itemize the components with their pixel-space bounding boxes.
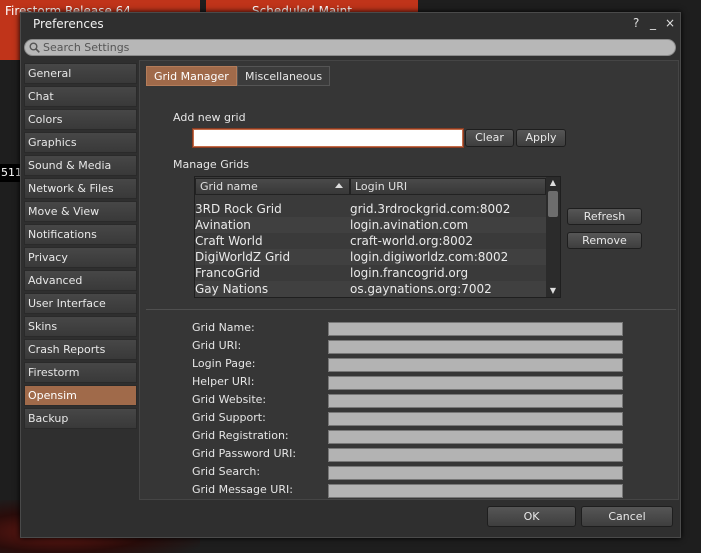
- sort-ascending-icon: [335, 183, 343, 188]
- login-uri-cell: craft-world.org:8002: [350, 234, 474, 248]
- manage-grids-label: Manage Grids: [173, 158, 250, 171]
- ok-button[interactable]: OK: [487, 506, 576, 527]
- login-page-label: Login Page:: [192, 357, 256, 370]
- search-icon: [29, 42, 40, 53]
- table-row[interactable]: DigiWorldZ Grid login.digiworldz.com:800…: [195, 249, 546, 265]
- category-graphics[interactable]: Graphics: [24, 132, 137, 153]
- column-header-login-uri[interactable]: Login URI: [350, 178, 546, 195]
- grid-uri-label: Grid URI:: [192, 339, 242, 352]
- scroll-down-icon[interactable]: ▼: [546, 285, 560, 297]
- grid-password-uri-field: [328, 448, 623, 462]
- login-uri-cell: grid.3rdrockgrid.com:8002: [350, 202, 511, 216]
- login-uri-cell: login.digiworldz.com:8002: [350, 250, 509, 264]
- window-title: Preferences: [33, 17, 104, 31]
- grid-name-cell: 3RD Rock Grid: [195, 202, 282, 216]
- table-row[interactable]: FrancoGrid login.francogrid.org: [195, 265, 546, 281]
- add-new-grid-label: Add new grid: [173, 111, 246, 124]
- grid-name-cell: Craft World: [195, 234, 263, 248]
- login-uri-cell: login.avination.com: [350, 218, 469, 232]
- grid-name-field: [328, 322, 623, 336]
- grid-registration-label: Grid Registration:: [192, 429, 289, 442]
- category-backup[interactable]: Backup: [24, 408, 137, 429]
- grid-password-uri-label: Grid Password URI:: [192, 447, 297, 460]
- category-privacy[interactable]: Privacy: [24, 247, 137, 268]
- search-bar[interactable]: [24, 39, 676, 56]
- helper-uri-label: Helper URI:: [192, 375, 255, 388]
- grid-list-scrollbar[interactable]: ▲ ▼: [546, 177, 560, 297]
- category-opensim[interactable]: Opensim: [24, 385, 137, 406]
- category-general[interactable]: General: [24, 63, 137, 84]
- table-row[interactable]: Avination login.avination.com: [195, 217, 546, 233]
- minimize-button[interactable]: _: [650, 16, 656, 30]
- grid-name-cell: Avination: [195, 218, 251, 232]
- cancel-button[interactable]: Cancel: [581, 506, 673, 527]
- grid-registration-field: [328, 430, 623, 444]
- login-page-field: [328, 358, 623, 372]
- grid-list[interactable]: Grid name Login URI 3RD Rock Grid grid.3…: [194, 176, 561, 298]
- category-network-files[interactable]: Network & Files: [24, 178, 137, 199]
- grid-name-cell: DigiWorldZ Grid: [195, 250, 291, 264]
- apply-button[interactable]: Apply: [516, 129, 566, 147]
- category-move-view[interactable]: Move & View: [24, 201, 137, 222]
- grid-name-label: Grid Name:: [192, 321, 255, 334]
- grid-support-field: [328, 412, 623, 426]
- remove-button[interactable]: Remove: [567, 232, 642, 249]
- table-row[interactable]: Gay Nations os.gaynations.org:7002: [195, 281, 546, 297]
- grid-name-cell: FrancoGrid: [195, 266, 261, 280]
- login-uri-cell: login.francogrid.org: [350, 266, 469, 280]
- scroll-up-icon[interactable]: ▲: [546, 177, 560, 189]
- divider: [146, 309, 676, 310]
- category-colors[interactable]: Colors: [24, 109, 137, 130]
- close-button[interactable]: ×: [665, 16, 675, 30]
- column-header-grid-name[interactable]: Grid name: [195, 178, 350, 195]
- tab-grid-manager[interactable]: Grid Manager: [146, 66, 237, 86]
- grid-website-field: [328, 394, 623, 408]
- scroll-thumb[interactable]: [548, 191, 558, 217]
- help-button[interactable]: ?: [633, 16, 639, 30]
- grid-support-label: Grid Support:: [192, 411, 266, 424]
- refresh-button[interactable]: Refresh: [567, 208, 642, 225]
- grid-list-header: Grid name Login URI: [195, 177, 546, 195]
- opensim-panel: Grid Manager Miscellaneous Add new grid …: [139, 60, 679, 500]
- grid-search-label: Grid Search:: [192, 465, 261, 478]
- preferences-window: Preferences ? _ × General Chat Colors Gr…: [20, 12, 681, 538]
- category-notifications[interactable]: Notifications: [24, 224, 137, 245]
- category-sound-media[interactable]: Sound & Media: [24, 155, 137, 176]
- background-side-number: 511: [0, 164, 22, 182]
- category-advanced[interactable]: Advanced: [24, 270, 137, 291]
- category-user-interface[interactable]: User Interface: [24, 293, 137, 314]
- category-list: General Chat Colors Graphics Sound & Med…: [24, 63, 137, 431]
- category-firestorm[interactable]: Firestorm: [24, 362, 137, 383]
- category-crash-reports[interactable]: Crash Reports: [24, 339, 137, 360]
- login-uri-cell: os.gaynations.org:7002: [350, 282, 492, 296]
- category-chat[interactable]: Chat: [24, 86, 137, 107]
- grid-uri-field: [328, 340, 623, 354]
- helper-uri-field: [328, 376, 623, 390]
- table-row[interactable]: 3RD Rock Grid grid.3rdrockgrid.com:8002: [195, 201, 546, 217]
- tab-miscellaneous[interactable]: Miscellaneous: [237, 66, 331, 86]
- grid-message-uri-label: Grid Message URI:: [192, 483, 293, 496]
- grid-website-label: Grid Website:: [192, 393, 267, 406]
- add-grid-input[interactable]: [192, 128, 464, 148]
- clear-button[interactable]: Clear: [465, 129, 514, 147]
- table-row[interactable]: Craft World craft-world.org:8002: [195, 233, 546, 249]
- search-input[interactable]: [43, 40, 663, 55]
- grid-name-cell: Gay Nations: [195, 282, 269, 296]
- column-header-grid-name-label: Grid name: [200, 180, 258, 193]
- grid-search-field: [328, 466, 623, 480]
- category-skins[interactable]: Skins: [24, 316, 137, 337]
- grid-message-uri-field: [328, 484, 623, 498]
- title-bar[interactable]: Preferences ? _ ×: [21, 13, 680, 35]
